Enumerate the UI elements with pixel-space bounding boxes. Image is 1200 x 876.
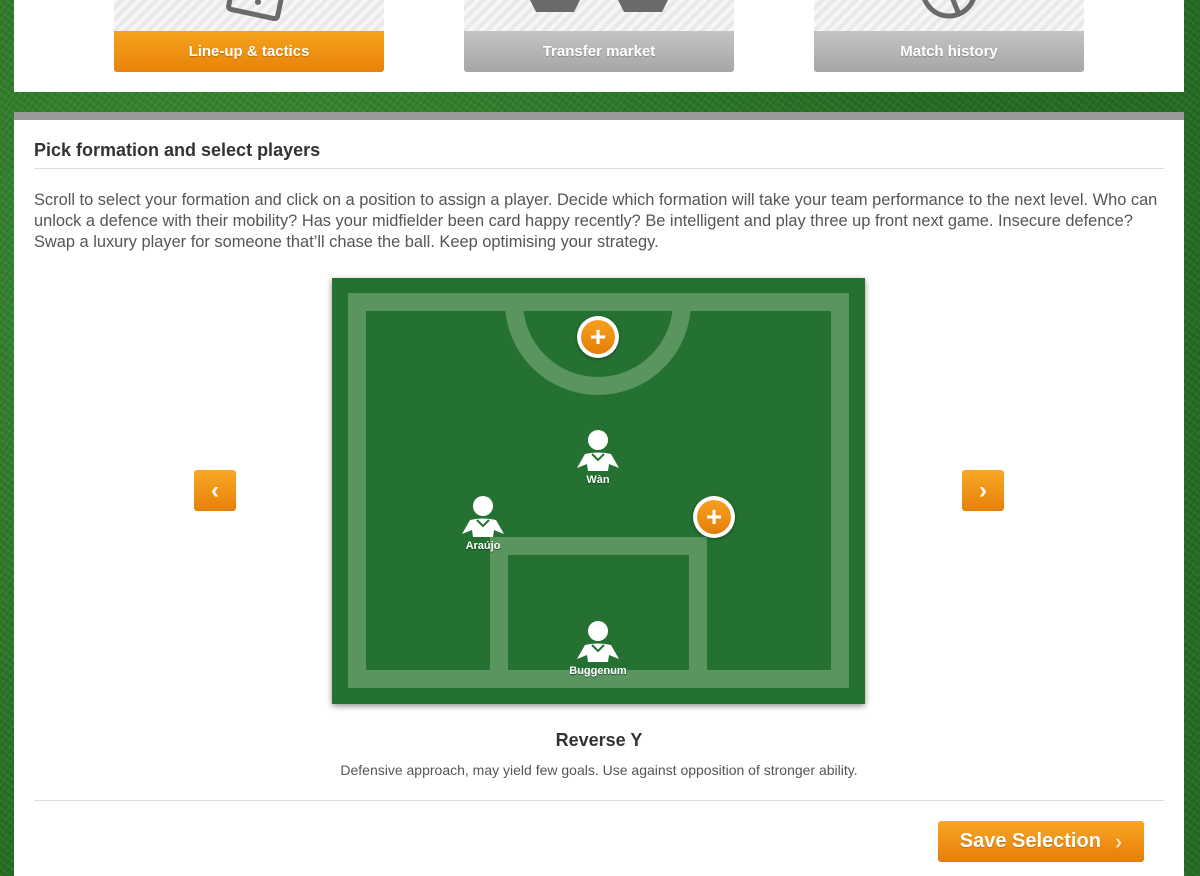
save-label: Save Selection	[959, 830, 1101, 852]
chevron-left-icon: ‹	[211, 476, 219, 504]
tab-label: Line-up & tactics	[114, 31, 384, 72]
player-position[interactable]: Wàn	[558, 430, 638, 486]
tab-label: Match history	[814, 31, 1084, 72]
tab-label: Transfer market	[464, 31, 734, 72]
formation-name: Reverse Y	[555, 730, 643, 750]
divider	[34, 168, 1164, 169]
plus-icon: +	[697, 500, 731, 534]
chevron-right-icon: ›	[1114, 828, 1123, 854]
player-name: Araújo	[465, 540, 501, 552]
player-position[interactable]: Araújo	[443, 496, 523, 552]
player-position[interactable]: Buggenum	[558, 621, 638, 677]
tab-art	[464, 0, 734, 31]
page-title: Pick formation and select players	[34, 140, 321, 160]
player-icon	[577, 430, 619, 471]
tab-art	[114, 0, 384, 31]
player-name: Buggenum	[569, 665, 627, 677]
intro-text: Scroll to select your formation and clic…	[34, 191, 1158, 251]
next-formation-button[interactable]: ›	[962, 470, 1004, 511]
player-icon	[577, 621, 619, 662]
save-selection-button[interactable]: Save Selection ›	[938, 821, 1144, 862]
chevron-right-icon: ›	[979, 476, 987, 504]
tab-art	[814, 0, 1084, 31]
top-nav-panel: Line-up & tactics Transfer market Match …	[14, 0, 1184, 92]
empty-position-slot[interactable]: +	[577, 316, 619, 358]
divider	[34, 800, 1164, 801]
tab-line-up-tactics[interactable]: Line-up & tactics	[114, 0, 384, 72]
tab-transfer-market[interactable]: Transfer market	[464, 0, 734, 72]
pitch: + + Wàn Araújo Buggenum	[332, 278, 865, 704]
empty-position-slot[interactable]: +	[693, 496, 735, 538]
prev-formation-button[interactable]: ‹	[194, 470, 236, 511]
tab-match-history[interactable]: Match history	[814, 0, 1084, 72]
formation-panel: Pick formation and select players Scroll…	[14, 112, 1184, 876]
shirts-icon	[530, 0, 668, 12]
clock-icon	[922, 0, 976, 19]
formation-description: Defensive approach, may yield few goals.…	[340, 762, 858, 778]
tactics-board-icon	[226, 0, 284, 22]
player-icon	[462, 496, 504, 537]
player-name: Wàn	[586, 474, 610, 486]
plus-icon: +	[581, 320, 615, 354]
